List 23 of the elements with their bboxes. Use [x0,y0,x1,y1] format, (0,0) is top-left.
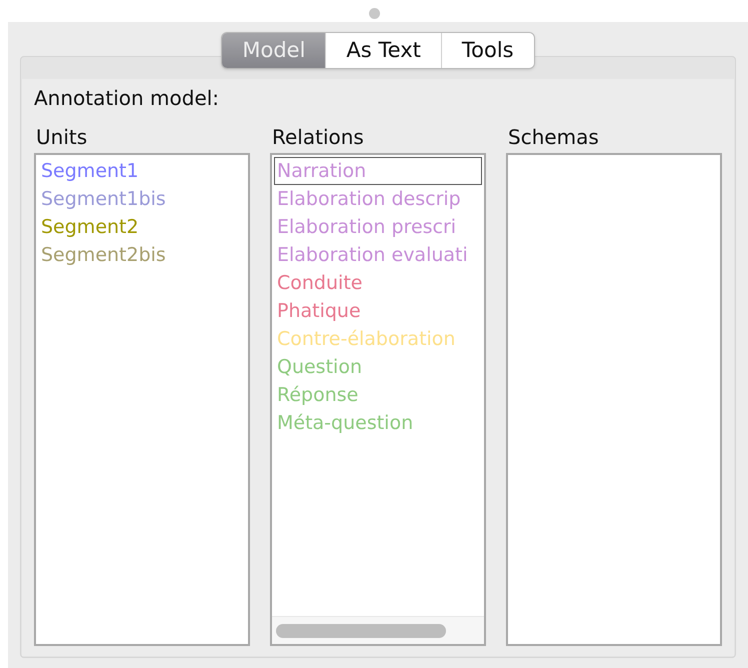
column-heading: Schemas [507,125,599,149]
list-item[interactable]: Narration [274,157,482,185]
tab[interactable]: Tools [440,33,534,68]
list-item[interactable]: Segment2 [38,213,246,241]
resize-handle-icon[interactable] [368,8,380,18]
tab[interactable]: Model [222,33,326,68]
horizontal-scrollbar[interactable] [272,616,484,644]
list-item[interactable]: Méta-question [274,409,482,437]
list-item[interactable]: Conduite [274,269,482,297]
list-item[interactable]: Réponse [274,381,482,409]
column-heading: Units [35,125,88,149]
list-item[interactable]: Segment1bis [38,185,246,213]
tab[interactable]: As Text [325,33,441,68]
list-item[interactable]: Question [274,353,482,381]
list-item[interactable]: Elaboration prescri [274,213,482,241]
section-heading: Annotation model: [34,85,220,112]
list-item[interactable]: Phatique [274,297,482,325]
list-item[interactable]: Segment1 [38,157,246,185]
list-item[interactable]: Elaboration evaluati [274,241,482,269]
column-heading: Relations [271,125,364,149]
list-item[interactable]: Elaboration descrip [274,185,482,213]
list-item[interactable]: Segment2bis [38,241,246,269]
scrollbar-thumb[interactable] [276,624,446,638]
